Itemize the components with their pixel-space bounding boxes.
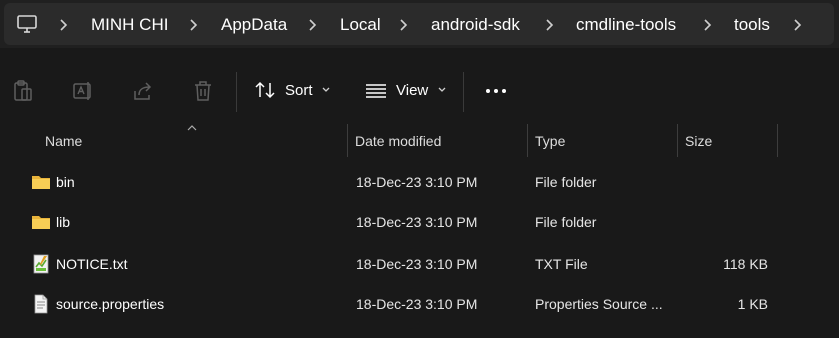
file-date: 18-Dec-23 3:10 PM [356,296,478,312]
chevron-down-icon [322,87,329,92]
address-bar: MINH CHI AppData Local android-sdk cmdli… [0,0,839,48]
share-icon[interactable] [131,79,155,103]
file-type: File folder [535,214,597,230]
file-row[interactable]: NOTICE.txt 18-Dec-23 3:10 PM TXT File 11… [24,247,834,283]
folder-icon [32,216,50,229]
toolbar-divider [236,72,237,112]
chevron-right-icon[interactable] [305,15,321,35]
chevron-right-icon[interactable] [396,15,412,35]
breadcrumb-item-tools[interactable]: tools [734,15,770,35]
chevron-right-icon[interactable] [790,15,806,35]
column-header-row: Name Date modified Type Size [0,124,839,158]
file-name[interactable]: source.properties [56,296,164,312]
folder-icon [32,176,50,189]
file-size: 118 KB [723,256,768,272]
breadcrumb-item-android-sdk[interactable]: android-sdk [431,15,520,35]
file-date: 18-Dec-23 3:10 PM [356,214,478,230]
sort-ascending-icon [187,125,197,131]
file-size: 1 KB [737,296,768,312]
rename-icon[interactable] [71,79,95,103]
chevron-right-icon[interactable] [56,15,72,35]
file-row[interactable]: source.properties 18-Dec-23 3:10 PM Prop… [24,287,834,323]
command-bar: Sort View [0,48,839,124]
delete-icon[interactable] [191,79,215,103]
column-divider[interactable] [677,124,678,157]
chevron-right-icon[interactable] [700,15,716,35]
file-type: File folder [535,174,597,190]
document-icon [34,294,48,314]
sort-button[interactable]: Sort [255,74,331,106]
column-header-date-modified[interactable]: Date modified [355,133,441,149]
sort-label: Sort [285,81,313,99]
paste-icon[interactable] [11,79,35,103]
toolbar-divider [463,72,464,112]
file-name[interactable]: NOTICE.txt [56,256,128,272]
file-date: 18-Dec-23 3:10 PM [356,256,478,272]
file-date: 18-Dec-23 3:10 PM [356,174,478,190]
breadcrumb[interactable]: MINH CHI AppData Local android-sdk cmdli… [4,3,834,45]
column-divider[interactable] [777,124,778,157]
breadcrumb-item-cmdline-tools[interactable]: cmdline-tools [576,15,676,35]
chevron-right-icon[interactable] [542,15,558,35]
view-label: View [396,81,429,99]
file-type: Properties Source ... [535,296,663,312]
file-list: Name Date modified Type Size bin 18-Dec-… [0,124,839,338]
more-icon[interactable] [484,87,508,95]
this-pc-icon[interactable] [16,14,38,34]
breadcrumb-item-minh-chi[interactable]: MINH CHI [91,15,168,35]
column-divider[interactable] [347,124,348,157]
file-name[interactable]: lib [56,214,70,230]
chevron-down-icon [438,87,446,92]
view-icon [366,84,386,98]
column-header-name[interactable]: Name [45,133,82,149]
chevron-right-icon[interactable] [186,15,202,35]
file-row[interactable]: lib 18-Dec-23 3:10 PM File folder [24,205,834,241]
breadcrumb-item-local[interactable]: Local [340,15,381,35]
column-header-size[interactable]: Size [685,133,712,149]
file-type: TXT File [535,256,588,272]
text-file-icon [33,254,49,274]
view-button[interactable]: View [365,74,447,106]
column-divider[interactable] [527,124,528,157]
file-name[interactable]: bin [56,174,75,190]
column-header-type[interactable]: Type [535,133,565,149]
file-row[interactable]: bin 18-Dec-23 3:10 PM File folder [24,165,834,201]
breadcrumb-item-appdata[interactable]: AppData [221,15,287,35]
sort-icon [255,81,275,99]
